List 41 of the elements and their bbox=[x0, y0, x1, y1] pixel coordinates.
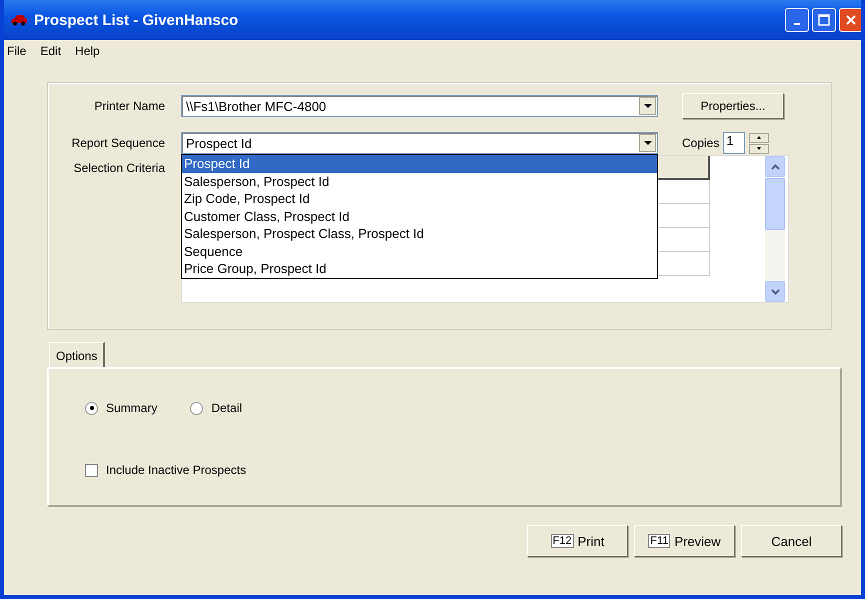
field-label: Printer Name bbox=[93, 99, 166, 113]
car-icon bbox=[10, 14, 28, 26]
dropdown-option[interactable]: Prospect Id bbox=[182, 155, 657, 172]
dropdown-option[interactable]: Customer Class, Prospect Id bbox=[182, 208, 657, 225]
radio-label: Detail bbox=[211, 401, 242, 415]
checkbox-label: Include Inactive Prospects bbox=[106, 463, 246, 477]
field-label: Selection Criteria bbox=[72, 160, 166, 175]
properties-button[interactable]: Properties... bbox=[682, 93, 784, 119]
radio-button[interactable] bbox=[190, 402, 204, 414]
dropdown-option[interactable]: Salesperson, Prospect Class, Prospect Id bbox=[182, 225, 657, 242]
radio-button[interactable] bbox=[85, 402, 98, 414]
dropdown-option[interactable]: Zip Code, Prospect Id bbox=[182, 190, 657, 208]
checkbox[interactable] bbox=[85, 464, 98, 476]
options-tab[interactable]: Options bbox=[49, 342, 106, 367]
menu-item[interactable]: Help bbox=[75, 44, 100, 60]
dropdown-option[interactable]: Price Group, Prospect Id bbox=[182, 260, 657, 278]
field-label: Copies bbox=[682, 136, 720, 150]
dropdown-option[interactable]: Salesperson, Prospect Id bbox=[182, 172, 657, 190]
printer-dropdown[interactable]: \\Fs1\Brother MFC-4800 bbox=[181, 95, 658, 117]
spin-up-icon bbox=[757, 136, 762, 139]
field-label: Report Sequence bbox=[70, 136, 166, 150]
menu-item[interactable]: Edit bbox=[40, 44, 62, 60]
minimize-button[interactable] bbox=[785, 8, 809, 32]
maximize-icon bbox=[818, 14, 830, 26]
function-key-button[interactable]: F12 Print bbox=[527, 525, 628, 557]
scroll-up-icon bbox=[770, 164, 780, 170]
spin-buttons[interactable] bbox=[749, 132, 770, 154]
radio-label: Summary bbox=[106, 401, 158, 415]
scroll-down-icon bbox=[770, 288, 780, 294]
close-icon bbox=[845, 14, 857, 26]
copies-field[interactable]: 1 bbox=[723, 132, 746, 154]
window-title: Prospect List - GivenHansco bbox=[34, 12, 240, 28]
minimize-icon bbox=[794, 23, 800, 25]
function-key-button[interactable]: F11 Preview bbox=[634, 525, 735, 557]
maximize-button[interactable] bbox=[812, 8, 836, 32]
close-button[interactable] bbox=[839, 8, 861, 32]
scrollbar[interactable] bbox=[765, 156, 785, 302]
menu-item[interactable]: File bbox=[7, 44, 26, 60]
spin-down-icon bbox=[757, 147, 762, 150]
cancel-button[interactable]: Cancel bbox=[741, 525, 842, 557]
dropdown-option[interactable]: Sequence bbox=[182, 242, 657, 260]
